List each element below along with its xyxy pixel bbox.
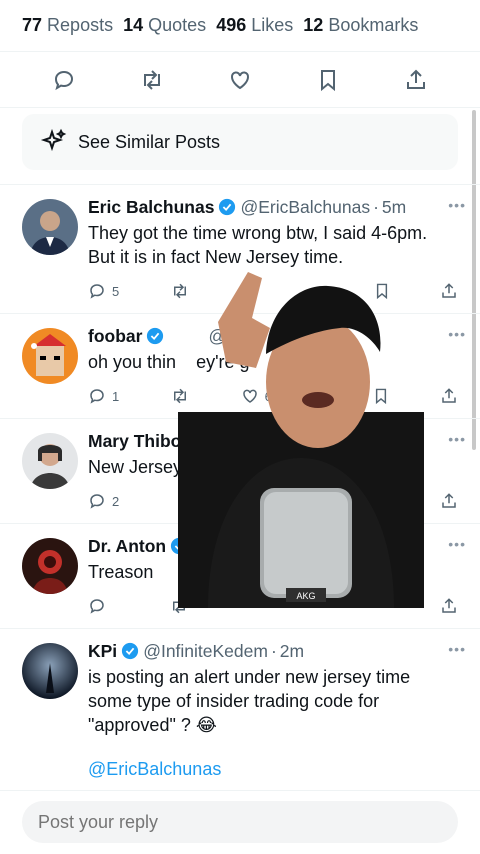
bookmark-icon[interactable]	[315, 67, 341, 93]
timestamp[interactable]: 2m	[280, 641, 304, 662]
author-name[interactable]: Mary Thibo	[88, 431, 181, 452]
main-action-bar	[0, 52, 480, 108]
reply-count: 1	[112, 388, 120, 404]
bookmarks-stat[interactable]: 12 Bookmarks	[303, 15, 418, 36]
avatar[interactable]	[22, 433, 78, 489]
repost-icon[interactable]	[139, 67, 165, 93]
more-icon[interactable]: •••	[448, 431, 466, 447]
more-icon[interactable]: •••	[448, 197, 466, 213]
more-icon[interactable]: •••	[448, 641, 466, 657]
reply-input[interactable]	[22, 801, 458, 843]
sparkle-icon	[40, 128, 67, 152]
reposts-stat[interactable]: 77 Reposts	[22, 15, 113, 36]
timestamp[interactable]: 5m	[382, 197, 406, 218]
author-handle[interactable]: @EricBalchunas	[240, 197, 370, 218]
more-icon[interactable]: •••	[448, 326, 466, 342]
reply-button[interactable]: 5	[88, 282, 119, 300]
svg-text:AKG: AKG	[296, 591, 315, 601]
video-overlay-creator: AKG	[178, 272, 424, 608]
reply-button[interactable]	[88, 597, 106, 615]
avatar[interactable]	[22, 538, 78, 594]
mention-link[interactable]: @EricBalchunas	[88, 759, 448, 780]
engagement-stats: 77 Reposts 14 Quotes 496 Likes 12 Bookma…	[0, 0, 480, 52]
like-icon[interactable]	[227, 67, 253, 93]
share-button[interactable]	[440, 492, 458, 510]
more-icon[interactable]: •••	[448, 536, 466, 552]
see-similar-posts-button[interactable]: See Similar Posts	[22, 114, 458, 170]
verified-icon	[122, 642, 139, 660]
author-name[interactable]: Dr. Anton	[88, 536, 166, 557]
verified-icon	[219, 198, 236, 216]
author-name[interactable]: Eric Balchunas	[88, 197, 214, 218]
share-button[interactable]	[440, 597, 458, 615]
author-name[interactable]: foobar	[88, 326, 142, 347]
avatar[interactable]	[22, 643, 78, 699]
reply-icon[interactable]	[51, 67, 77, 93]
share-button[interactable]	[440, 387, 458, 405]
author-name[interactable]: KPi	[88, 641, 117, 662]
author-handle[interactable]: @InfiniteKedem	[143, 641, 268, 662]
reply-button[interactable]: 2	[88, 492, 119, 510]
likes-stat[interactable]: 496 Likes	[216, 15, 293, 36]
separator: ·	[270, 640, 277, 661]
share-button[interactable]	[440, 282, 458, 300]
verified-icon	[147, 327, 164, 345]
avatar[interactable]	[22, 199, 78, 255]
separator: ·	[373, 196, 379, 217]
quotes-stat[interactable]: 14 Quotes	[123, 15, 206, 36]
reply-count: 5	[112, 283, 120, 299]
post-text: is posting an alert under new jersey tim…	[88, 667, 411, 735]
reply-count: 2	[112, 493, 120, 509]
share-icon[interactable]	[403, 67, 429, 93]
avatar[interactable]	[22, 328, 78, 384]
reply-post[interactable]: KPi @InfiniteKedem · 2m is posting an al…	[0, 628, 480, 790]
see-similar-posts-label: See Similar Posts	[78, 131, 221, 152]
reply-button[interactable]: 1	[88, 387, 119, 405]
reply-composer	[0, 790, 480, 854]
